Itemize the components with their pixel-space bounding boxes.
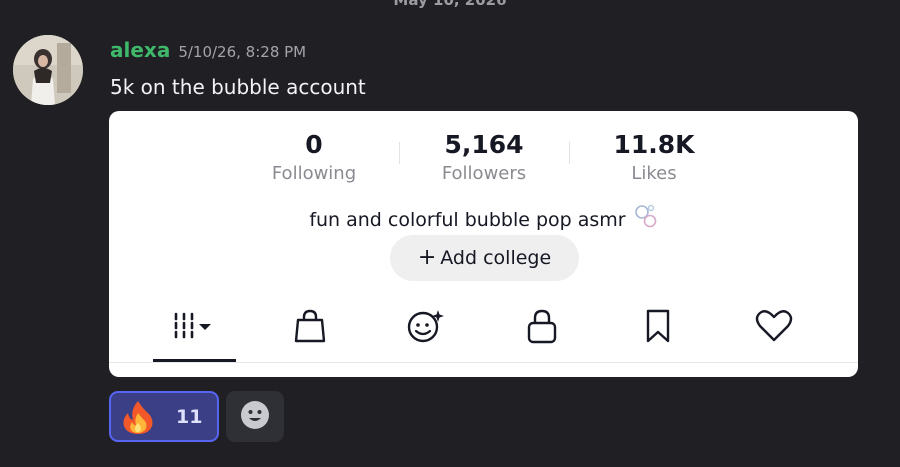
stat-label: Following [271, 163, 357, 184]
tab-liked[interactable] [744, 307, 804, 349]
tab-videos[interactable] [164, 307, 224, 349]
liked-heart-icon [755, 309, 793, 347]
videos-grid-icon [166, 310, 222, 346]
add-reaction-button[interactable] [226, 391, 284, 442]
stat-label: Likes [631, 163, 677, 184]
stat-label: Followers [441, 163, 527, 184]
fire-emoji [121, 399, 155, 435]
stat-value: 5,164 [444, 130, 524, 159]
reaction-fire[interactable]: 11 [109, 391, 219, 442]
shop-bag-icon [293, 308, 327, 348]
tab-shop[interactable] [280, 307, 340, 349]
bubbles-icon [634, 203, 658, 234]
message-timestamp: 5/10/26, 8:28 PM [178, 43, 307, 61]
stat-value: 0 [305, 130, 323, 159]
plus-icon: + [417, 245, 437, 270]
message-header: alexa 5/10/26, 8:28 PM [110, 38, 306, 62]
profile-bio: fun and colorful bubble pop asmr [109, 203, 858, 234]
reposts-smiley-icon [406, 308, 446, 348]
avatar[interactable] [13, 35, 83, 105]
stat-divider [569, 142, 570, 164]
message-text: 5k on the bubble account [110, 75, 366, 99]
stat-followers: 5,164 Followers [409, 129, 559, 186]
tab-favorites[interactable] [628, 307, 688, 349]
tab-private[interactable] [512, 307, 572, 349]
add-college-button[interactable]: + Add college [390, 235, 579, 281]
chevron-down-icon [199, 324, 211, 330]
stat-value: 11.8K [613, 130, 695, 159]
bio-text: fun and colorful bubble pop asmr [309, 209, 626, 231]
add-college-label: Add college [440, 247, 552, 269]
add-reaction-smiley-icon [240, 400, 270, 434]
image-attachment[interactable]: 0 Following 5,164 Followers 11.8K Likes … [109, 111, 858, 377]
author-name[interactable]: alexa [110, 38, 170, 62]
stat-divider [399, 142, 400, 164]
tab-divider [109, 362, 858, 363]
private-lock-icon [526, 308, 558, 348]
avatar-image [13, 35, 83, 105]
favorites-bookmark-icon [644, 308, 672, 348]
stat-following: 0 Following [239, 129, 389, 186]
reaction-count: 11 [176, 405, 203, 428]
tab-reposts[interactable] [396, 307, 456, 349]
date-divider: May 10, 2026 [393, 0, 507, 9]
stat-likes: 11.8K Likes [579, 129, 729, 186]
